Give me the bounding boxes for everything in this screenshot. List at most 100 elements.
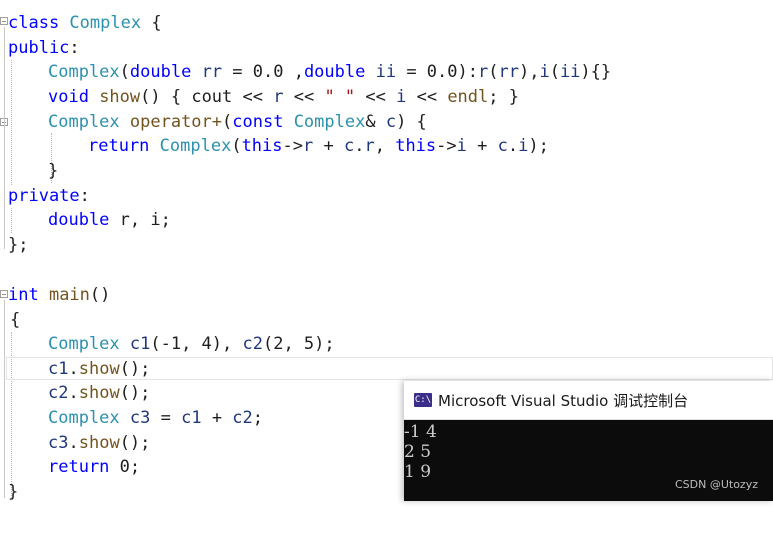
code-line-8[interactable]: private: xyxy=(0,184,90,208)
keyword-token: int xyxy=(8,285,39,305)
punctuation-token: { xyxy=(10,310,21,330)
code-line-2[interactable]: public: xyxy=(0,36,80,60)
console-title: Microsoft Visual Studio 调试控制台 xyxy=(438,392,689,410)
type-token: Complex xyxy=(59,13,142,33)
code-line-6[interactable]: return Complex(this->r + c.r, this->i + … xyxy=(0,134,549,158)
punctuation-token: ; } xyxy=(488,87,519,107)
punctuation-token: () { xyxy=(140,87,192,107)
code-line-4[interactable]: void show() { cout << r << " " << i << e… xyxy=(0,85,519,109)
keyword-token: public xyxy=(8,38,70,58)
console-titlebar[interactable]: C:\ Microsoft Visual Studio 调试控制台 xyxy=(404,381,773,420)
type-token: Complex xyxy=(48,334,120,354)
param-token: ii xyxy=(559,62,581,82)
member-token: r xyxy=(303,136,314,156)
operator-token: << xyxy=(355,87,397,107)
code-line-18[interactable]: return 0; xyxy=(0,455,140,479)
code-line-11[interactable]: int main() xyxy=(0,283,110,307)
member-token: r xyxy=(364,136,375,156)
operator-token: + xyxy=(313,136,344,156)
code-line-12[interactable]: { xyxy=(0,308,41,332)
operator-token: = xyxy=(150,408,182,428)
variable-token: c2 xyxy=(48,383,69,403)
keyword-token: const xyxy=(232,112,284,132)
code-line-15[interactable]: c2.show(); xyxy=(0,381,150,405)
operator-token: << xyxy=(232,87,274,107)
function-token: endl xyxy=(447,87,489,107)
operator-token: << xyxy=(283,87,325,107)
param-token: c xyxy=(385,112,397,132)
keyword-token: return xyxy=(88,136,150,156)
punctuation-token: (); xyxy=(119,383,151,403)
variable-token: c2 xyxy=(242,334,263,354)
punctuation-token: (2, 5); xyxy=(262,334,335,354)
keyword-token: class xyxy=(8,13,60,33)
punctuation-token: & xyxy=(365,112,386,132)
punctuation-token: 0; xyxy=(109,457,141,477)
code-line-14[interactable]: c1.show(); xyxy=(0,357,150,381)
punctuation-token: ( xyxy=(488,62,499,82)
function-token: show xyxy=(78,383,120,403)
punctuation-token: : xyxy=(79,186,90,206)
keyword-token: double xyxy=(48,210,110,230)
code-line-17[interactable]: c3.show(); xyxy=(0,431,150,455)
debug-console-window[interactable]: C:\ Microsoft Visual Studio 调试控制台 -1 4 2… xyxy=(404,381,773,501)
keyword-token: double xyxy=(129,62,192,82)
punctuation-token: () xyxy=(89,285,111,305)
param-token: ii xyxy=(365,62,397,82)
punctuation-token: , xyxy=(374,136,396,156)
variable-token: c1 xyxy=(181,408,202,428)
punctuation-token: . xyxy=(354,136,365,156)
member-token: i xyxy=(396,87,407,107)
variable-token: c3 xyxy=(119,408,151,428)
punctuation-token: ( xyxy=(549,62,560,82)
function-token: main xyxy=(38,285,90,305)
code-line-1[interactable]: class Complex { xyxy=(0,11,162,35)
variable-token: c3 xyxy=(48,433,69,453)
code-line-10[interactable]: }; xyxy=(0,233,41,257)
function-token: show xyxy=(78,359,120,379)
punctuation-token: (); xyxy=(119,433,151,453)
code-line-19[interactable]: } xyxy=(0,480,41,504)
param-token: c xyxy=(497,136,508,156)
code-line-9[interactable]: double r, i; xyxy=(0,208,171,232)
punctuation-token: (); xyxy=(119,359,151,379)
console-output-line: 2 5 xyxy=(404,442,432,462)
function-token: show xyxy=(78,433,120,453)
param-token: c xyxy=(343,136,355,156)
punctuation-token: ( xyxy=(119,62,130,82)
keyword-token: this xyxy=(395,136,437,156)
function-token: show xyxy=(88,87,141,107)
member-token: i xyxy=(456,136,467,156)
punctuation-token: ){} xyxy=(580,62,612,82)
member-token: i xyxy=(539,62,550,82)
identifier-token: r, i; xyxy=(109,210,171,230)
code-line-3[interactable]: Complex(double rr = 0.0 ,double ii = 0.0… xyxy=(0,60,611,84)
variable-token: c2 xyxy=(232,408,253,428)
punctuation-token: ) { xyxy=(396,112,427,132)
operator-token: = 0.0): xyxy=(396,62,478,82)
member-token: r xyxy=(273,87,284,107)
identifier-token: cout xyxy=(191,87,233,107)
type-token: Complex xyxy=(48,62,120,82)
console-output-area[interactable]: -1 4 2 5 1 9 CSDN @Utozyz xyxy=(404,420,773,501)
operator-token: = 0.0 , xyxy=(222,62,304,82)
operator-token: + xyxy=(466,136,498,156)
punctuation-token: ); xyxy=(528,136,549,156)
keyword-token: private xyxy=(8,186,80,206)
variable-token: c1 xyxy=(48,359,69,379)
type-token: Complex xyxy=(48,112,120,132)
code-line-13[interactable]: Complex c1(-1, 4), c2(2, 5); xyxy=(0,332,335,356)
console-app-icon: C:\ xyxy=(414,393,432,407)
keyword-token: this xyxy=(241,136,283,156)
punctuation-token: . xyxy=(68,433,79,453)
string-token: " " xyxy=(324,87,356,107)
punctuation-token: } xyxy=(8,482,19,502)
code-line-16[interactable]: Complex c3 = c1 + c2; xyxy=(0,406,263,430)
code-line-7[interactable]: } xyxy=(0,159,58,183)
punctuation-token: ( xyxy=(222,112,233,132)
punctuation-token: . xyxy=(507,136,519,156)
type-token: Complex xyxy=(283,112,366,132)
punctuation-token: { xyxy=(141,13,162,33)
keyword-token: double xyxy=(303,62,366,82)
code-line-5[interactable]: Complex operator+(const Complex& c) { xyxy=(0,110,427,134)
